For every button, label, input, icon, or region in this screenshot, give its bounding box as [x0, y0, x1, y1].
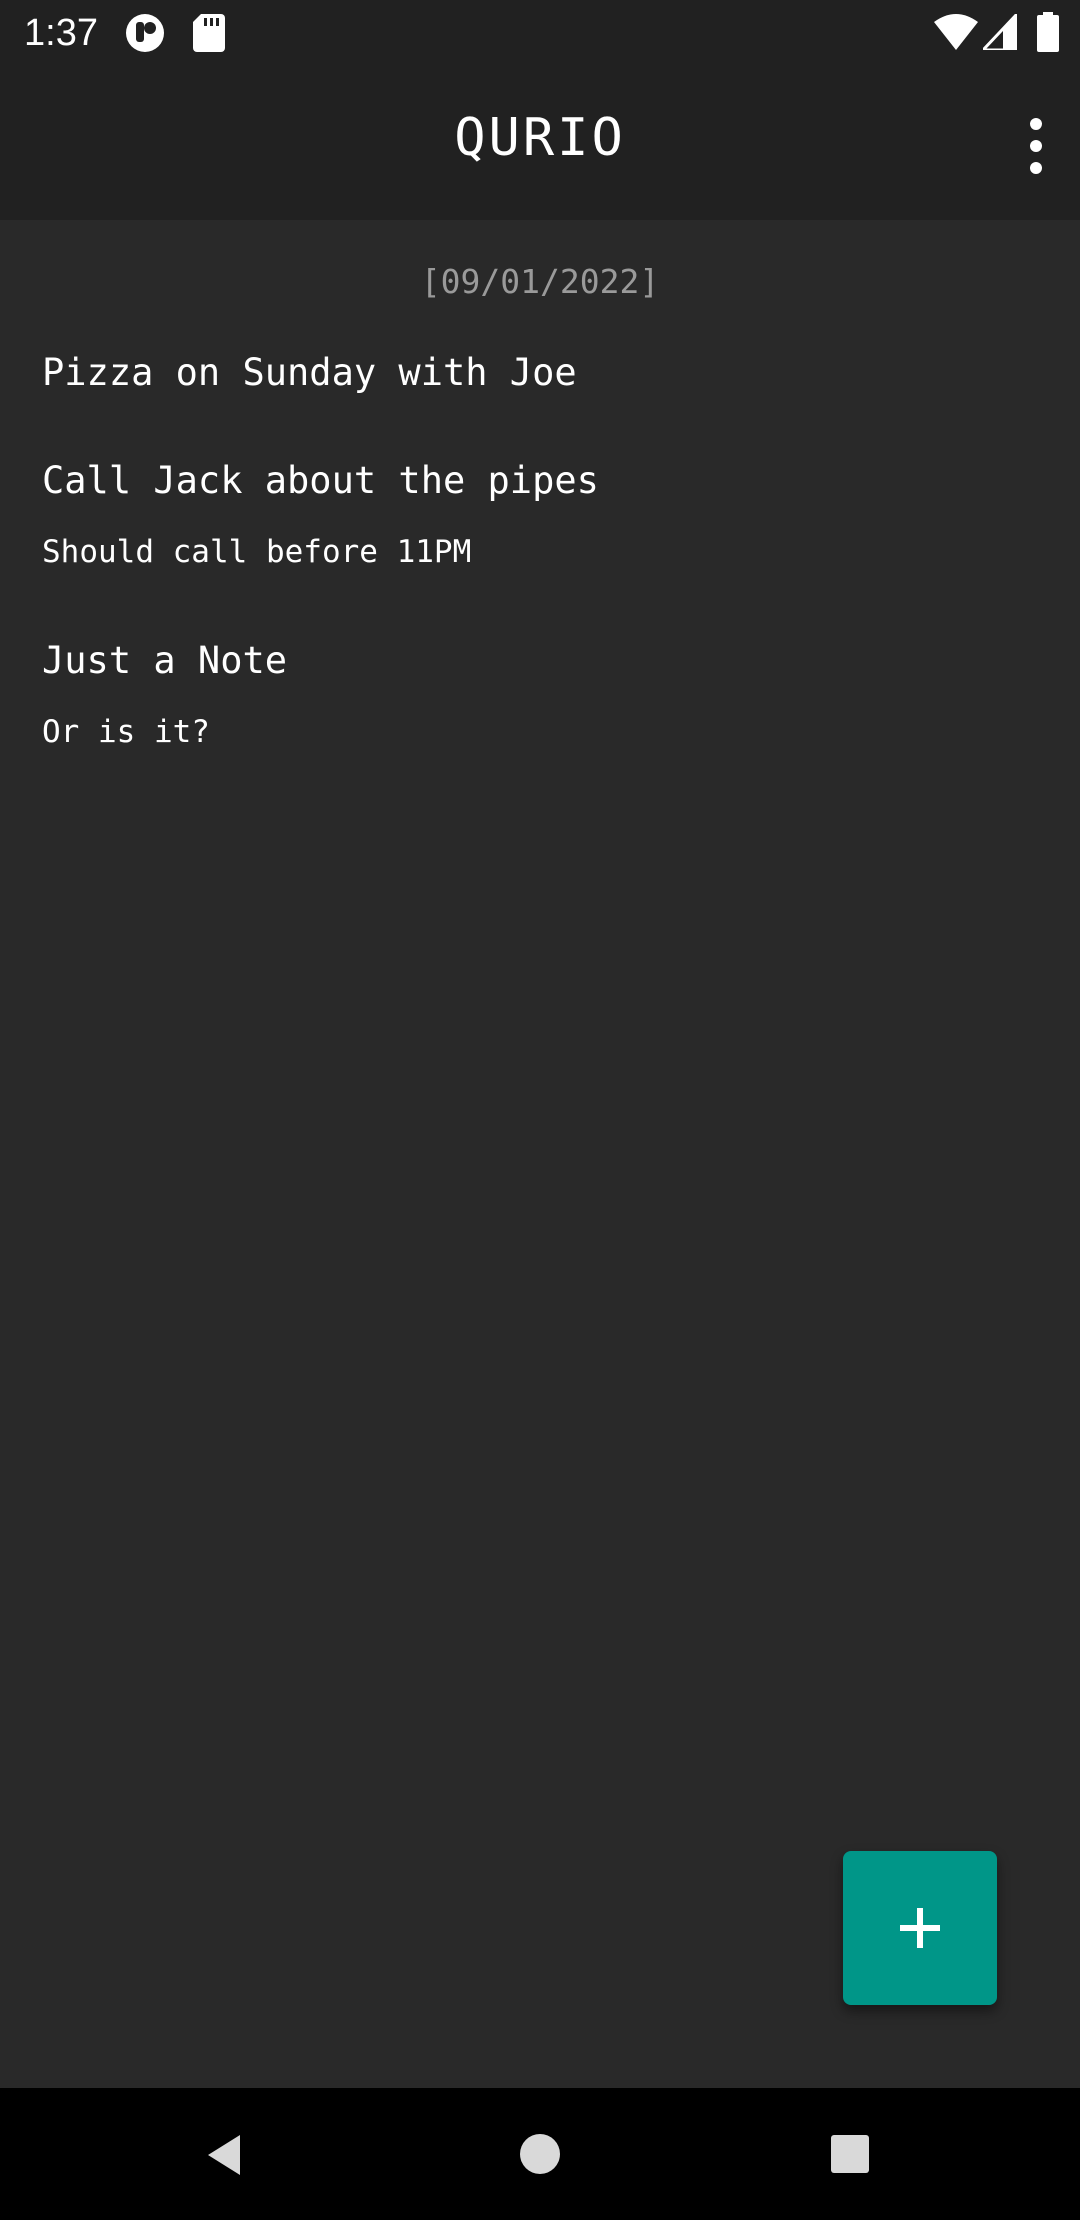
app-title: QURIO: [454, 108, 626, 168]
recents-icon[interactable]: [829, 2133, 871, 2175]
more-vert-icon[interactable]: [1016, 114, 1056, 178]
note-item[interactable]: Call Jack about the pipes Should call be…: [42, 458, 1032, 572]
notes-list: [09/01/2022] Pizza on Sunday with Joe Ca…: [0, 220, 1080, 2088]
note-title: Call Jack about the pipes: [42, 459, 599, 502]
navigation-bar: [0, 2088, 1080, 2220]
app-bar: QURIO: [0, 66, 1080, 220]
status-bar: 1:37: [0, 0, 1080, 66]
back-icon[interactable]: [200, 2131, 248, 2179]
add-note-button[interactable]: [843, 1851, 997, 2005]
sd-card-icon: [193, 14, 225, 52]
note-title: Just a Note: [42, 639, 288, 682]
home-icon[interactable]: [517, 2131, 563, 2177]
note-body: Or is it?: [42, 714, 210, 750]
plus-icon: [900, 1908, 940, 1948]
wifi-icon: [934, 14, 978, 50]
cell-signal-icon: [983, 14, 1017, 50]
date-header: [09/01/2022]: [420, 262, 660, 301]
note-title: Pizza on Sunday with Joe: [42, 351, 577, 394]
note-body: Should call before 11PM: [42, 534, 472, 570]
note-item[interactable]: Just a Note Or is it?: [42, 638, 1032, 752]
battery-icon: [1037, 12, 1059, 52]
app-notification-icon: [126, 14, 164, 52]
note-item[interactable]: Pizza on Sunday with Joe: [42, 350, 1032, 396]
status-time: 1:37: [24, 12, 98, 54]
